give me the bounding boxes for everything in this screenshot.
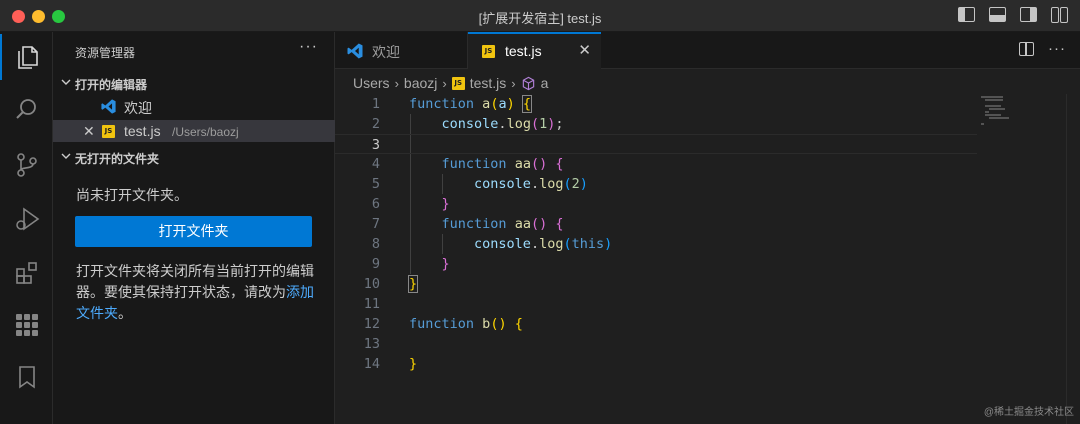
description-tail: 。 [118,305,132,321]
line-number: 7 [371,216,380,232]
chevron-down-icon [61,153,71,159]
line-number: 14 [363,356,380,372]
bookmark-activity-button[interactable] [0,354,53,400]
toggle-secondary-sidebar-icon[interactable] [1020,7,1037,22]
line-number: 9 [371,256,380,272]
title-bar: [扩展开发宿主] test.js [0,0,1080,32]
explorer-activity-button[interactable] [0,34,53,80]
search-icon [15,99,36,119]
no-folder-description: 打开文件夹将关闭所有当前打开的编辑器。要使其保持打开状态，请改为添加文件夹。 [76,261,316,324]
code-line: 9 } [335,254,977,274]
vscode-logo-icon [101,99,116,114]
line-number: 3 [371,137,380,153]
code-line: 2 console.log(1); [335,114,977,134]
code-editor[interactable]: 1 function a(a) { 2 console.log(1); 3 4 … [335,94,1080,424]
explorer-sidebar: 资源管理器 ··· 打开的编辑器 欢迎 ✕ JS test.js /Users/… [53,32,335,424]
open-editor-label: test.js [124,123,161,139]
code-line: 5 console.log(2) [335,174,977,194]
no-folder-section-header[interactable]: 无打开的文件夹 [53,146,335,168]
code-line: 8 console.log(this) [335,234,977,254]
close-editor-button[interactable]: ✕ [83,123,95,140]
sidebar-title: 资源管理器 [75,46,136,60]
chevron-right-icon: › [442,75,447,91]
toggle-panel-icon[interactable] [989,7,1006,22]
line-number: 8 [371,236,380,252]
open-editors-section-header[interactable]: 打开的编辑器 [53,72,335,94]
split-editor-icon[interactable] [1019,41,1034,56]
grid-icon [15,314,38,336]
function-symbol-icon [522,76,534,90]
bookmark-icon [18,366,35,389]
source-control-activity-button[interactable] [0,142,53,188]
run-debug-activity-button[interactable] [0,196,53,242]
minimap[interactable] [981,94,1031,134]
editor-actions: ··· [1019,40,1066,57]
open-editor-label: 欢迎 [124,100,152,116]
line-number: 6 [371,196,380,212]
vertical-scrollbar[interactable] [1066,94,1080,424]
source-control-icon [16,153,37,177]
js-file-icon: JS [102,125,115,138]
tab-welcome[interactable]: 欢迎 [335,32,468,69]
line-number: 1 [371,96,380,112]
layout-controls [958,7,1068,23]
grid-activity-button[interactable] [0,302,53,348]
code-line: 12 function b() { [335,314,977,334]
open-editor-item-welcome[interactable]: 欢迎 [53,95,335,117]
line-number: 2 [371,116,380,132]
line-number: 11 [363,296,380,312]
section-label: 无打开的文件夹 [75,152,160,166]
js-file-icon: JS [451,76,465,90]
window-title: [扩展开发宿主] test.js [478,11,602,26]
chevron-right-icon: › [394,75,399,91]
activity-bar [0,32,53,424]
open-editor-item-test-js[interactable]: ✕ JS test.js /Users/baozj [53,120,335,142]
editor-area: 欢迎 JS test.js ✕ ··· Users › baozj › JS t… [335,32,1080,424]
line-number: 13 [363,336,380,352]
chevron-down-icon [61,79,71,85]
close-tab-button[interactable]: ✕ [578,41,591,59]
breadcrumb-item[interactable]: Users [353,75,390,91]
code-line: 1 function a(a) { [335,94,977,114]
description-text: 打开文件夹将关闭所有当前打开的编辑器。要使其保持打开状态，请改为 [76,263,314,300]
code-line: 6 } [335,194,977,214]
code-line: 13 [335,334,977,354]
sidebar-more-actions-button[interactable]: ··· [299,38,318,56]
run-debug-icon [15,207,39,231]
tab-bar: 欢迎 JS test.js ✕ ··· [335,32,1080,70]
code-line: 14 } [335,354,977,374]
line-number: 5 [371,176,380,192]
breadcrumb: Users › baozj › JS test.js › a [353,72,548,94]
tab-test-js[interactable]: JS test.js ✕ [468,32,601,70]
open-editor-path: /Users/baozj [172,125,239,139]
watermark: @稀土掘金技术社区 [983,407,1074,418]
line-number: 12 [363,316,380,332]
no-folder-message: 尚未打开文件夹。 [76,187,188,203]
code-line: 10 } [335,274,977,294]
section-label: 打开的编辑器 [75,78,148,92]
tab-label: test.js [505,43,542,59]
chevron-right-icon: › [511,75,516,91]
customize-layout-icon[interactable] [1051,7,1068,23]
code-line: 4 function aa() { [335,154,977,174]
breadcrumb-item[interactable]: test.js [470,75,507,91]
line-number: 10 [363,276,380,292]
breadcrumb-item[interactable]: baozj [404,75,437,91]
line-number: 4 [371,156,380,172]
toggle-primary-sidebar-icon[interactable] [958,7,975,22]
vscode-logo-icon [347,43,363,59]
code-line: 11 [335,294,977,314]
extensions-activity-button[interactable] [0,250,53,296]
more-actions-button[interactable]: ··· [1048,40,1066,57]
search-activity-button[interactable] [0,87,53,133]
open-folder-button[interactable]: 打开文件夹 [75,216,312,247]
code-line: 7 function aa() { [335,214,977,234]
code-line-current: 3 [335,134,977,154]
files-icon [17,46,38,69]
extensions-icon [15,262,37,284]
js-file-icon: JS [482,45,495,58]
tab-label: 欢迎 [372,44,400,60]
breadcrumb-item[interactable]: a [541,75,549,91]
